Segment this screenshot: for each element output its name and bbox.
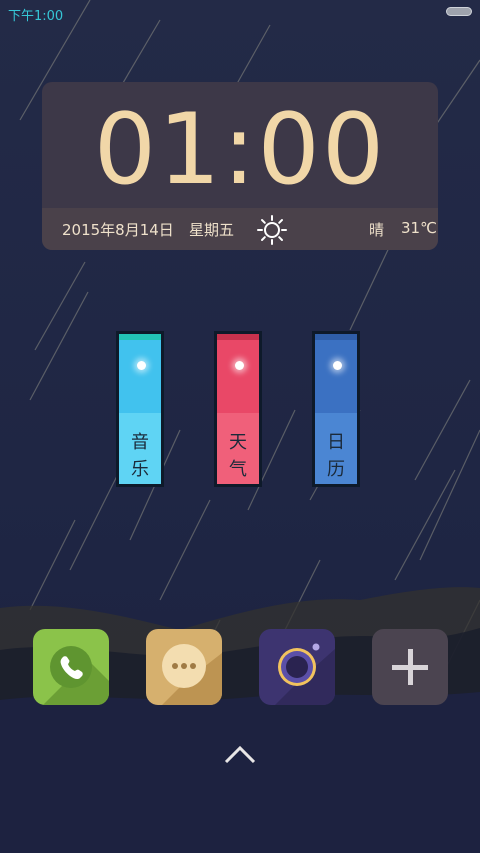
weather-tile-label: 天 气 bbox=[229, 432, 247, 480]
chat-bubble-icon bbox=[162, 644, 222, 705]
date-text: 2015年8月14日 bbox=[62, 221, 174, 239]
plus-icon bbox=[392, 649, 428, 685]
indicator-light bbox=[333, 361, 342, 370]
calendar-tile-label: 日 历 bbox=[327, 432, 345, 480]
phone-app-button[interactable] bbox=[33, 629, 109, 705]
battery-icon bbox=[446, 7, 472, 16]
camera-app-button[interactable] bbox=[259, 629, 335, 705]
weather-tile[interactable]: 天 气 bbox=[214, 331, 262, 487]
home-screen: 下午1:00 01:00 2015年8月14日 星期五 晴 31℃ 音 乐 天 … bbox=[0, 0, 480, 853]
clock-time: 01:00 bbox=[93, 93, 387, 207]
status-time: 下午1:00 bbox=[8, 9, 64, 24]
clock-widget[interactable]: 01:00 2015年8月14日 星期五 晴 31℃ bbox=[42, 82, 438, 250]
messages-app-button[interactable] bbox=[146, 629, 222, 705]
temperature-text: 31℃ bbox=[401, 219, 437, 237]
status-bar: 下午1:00 bbox=[0, 0, 480, 26]
clock-info-strip: 2015年8月14日 星期五 晴 31℃ bbox=[42, 208, 438, 250]
phone-icon bbox=[43, 646, 109, 705]
indicator-light bbox=[137, 361, 146, 370]
indicator-light bbox=[235, 361, 244, 370]
sun-icon bbox=[257, 215, 287, 245]
calendar-tile[interactable]: 日 历 bbox=[312, 331, 360, 487]
add-app-button[interactable] bbox=[372, 629, 448, 705]
music-tile-label: 音 乐 bbox=[131, 432, 149, 480]
weekday-text: 星期五 bbox=[189, 221, 235, 239]
camera-lens-icon bbox=[275, 643, 335, 705]
music-tile[interactable]: 音 乐 bbox=[116, 331, 164, 487]
weather-text: 晴 bbox=[369, 221, 385, 239]
chevron-up-icon[interactable] bbox=[222, 742, 258, 766]
